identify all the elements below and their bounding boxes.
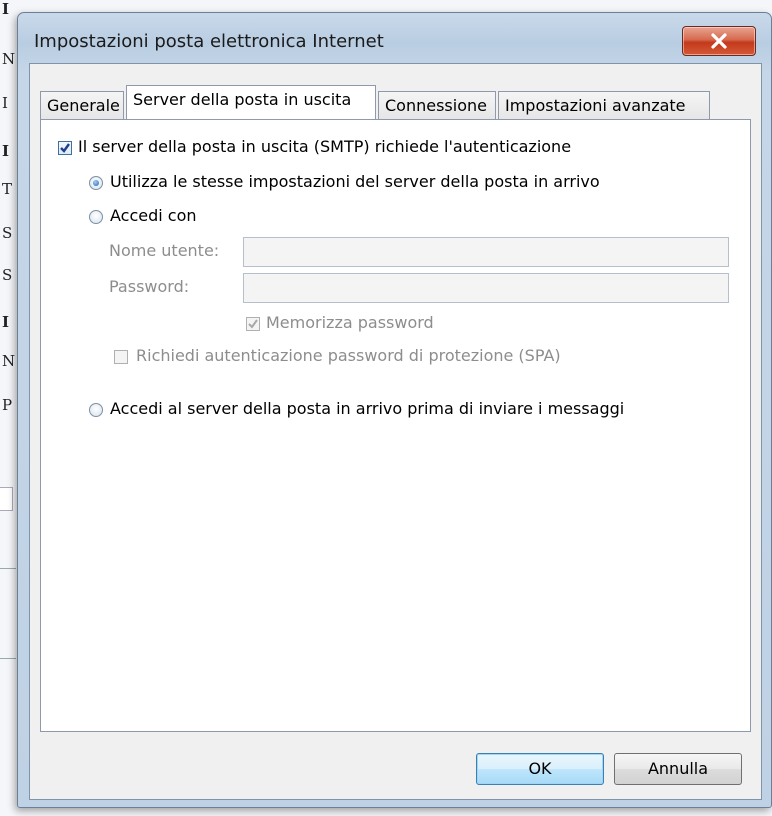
remember-password-label: Memorizza password: [266, 313, 434, 332]
tab-connessione[interactable]: Connessione: [378, 91, 496, 119]
smtp-auth-label: Il server della posta in uscita (SMTP) r…: [78, 137, 572, 156]
spa-checkbox[interactable]: [114, 350, 128, 364]
login-incoming-first-radio[interactable]: [89, 403, 103, 417]
background-text: S: [2, 266, 13, 284]
close-button[interactable]: [682, 26, 756, 56]
remember-password-checkbox[interactable]: [246, 317, 260, 331]
tab-advanced-settings[interactable]: Impostazioni avanzate: [498, 91, 710, 119]
tab-outgoing-server[interactable]: Server della posta in uscita: [126, 85, 376, 119]
password-field[interactable]: [243, 273, 729, 303]
spa-label: Richiedi autenticazione password di prot…: [136, 346, 561, 365]
login-with-label: Accedi con: [110, 206, 197, 225]
ok-button[interactable]: OK: [476, 753, 604, 785]
background-text: I: [2, 142, 10, 160]
use-same-settings-radio[interactable]: [89, 176, 103, 190]
dialog-title: Impostazioni posta elettronica Internet: [34, 31, 384, 52]
background-text: I: [2, 94, 8, 112]
background-divider: [0, 568, 16, 569]
background-text: N: [2, 50, 16, 68]
background-field: [0, 487, 13, 511]
use-same-settings-label: Utilizza le stesse impostazioni del serv…: [110, 172, 600, 191]
close-icon: [711, 33, 727, 49]
background-divider: [0, 658, 16, 659]
dialog-content: Generale Server della posta in uscita Co…: [29, 63, 762, 800]
tab-generale[interactable]: Generale: [40, 91, 124, 119]
radio-dot: [93, 180, 99, 186]
username-field[interactable]: [243, 237, 729, 267]
background-text: I: [2, 313, 10, 331]
background-text: S: [2, 224, 13, 242]
password-label: Password:: [109, 277, 190, 296]
email-settings-dialog: Impostazioni posta elettronica Internet …: [17, 12, 772, 808]
smtp-auth-checkbox[interactable]: [58, 141, 72, 155]
login-with-radio[interactable]: [89, 210, 103, 224]
checkmark-icon: [248, 319, 258, 329]
tab-panel-outgoing-server: Il server della posta in uscita (SMTP) r…: [40, 119, 751, 732]
background-text: N: [2, 352, 16, 370]
login-incoming-first-label: Accedi al server della posta in arrivo p…: [110, 399, 625, 418]
checkmark-icon: [60, 143, 70, 153]
cancel-button[interactable]: Annulla: [614, 753, 742, 785]
background-text: P: [2, 396, 13, 414]
background-text: T: [2, 180, 13, 198]
username-label: Nome utente:: [109, 241, 220, 260]
background-text: I: [2, 0, 10, 18]
